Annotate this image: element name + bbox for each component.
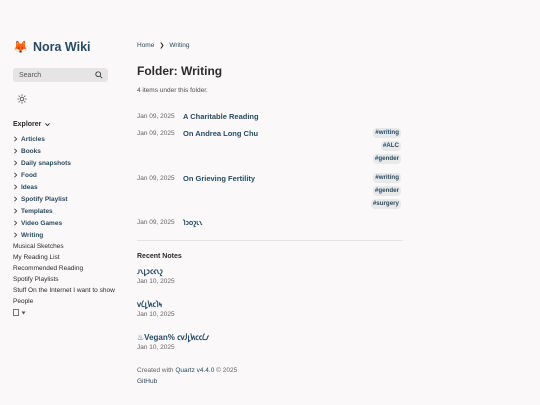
item-date: Jan 09, 2025 [137, 130, 175, 137]
chevron-right-icon [14, 220, 18, 226]
footer: Created with Quartz v4.4.0 © 2025 GitHub [137, 365, 407, 387]
recent-note-title[interactable]: ♨Vegan% 𐑤𐑫𐑓𐑛𐑿𐑤𐑤𐑖𐑥 [137, 332, 407, 344]
folder-video-games[interactable]: Video Games [13, 217, 113, 229]
item-date: Jan 09, 2025 [137, 113, 175, 120]
fox-logo-icon: 🦊 [13, 40, 28, 54]
file-spotify-playlists[interactable]: Spotify Playlists [13, 274, 113, 285]
tag[interactable]: #gender [372, 154, 401, 164]
sun-icon[interactable] [17, 94, 27, 104]
file-people[interactable]: People [13, 296, 113, 307]
recent-note-date: Jan 10, 2025 [137, 278, 175, 285]
tag-list: #writing #gender #surgery [370, 173, 401, 209]
breadcrumb-separator: ❯ [159, 42, 165, 49]
breadcrumb-current[interactable]: Writing [169, 42, 189, 49]
breadcrumb: Home ❯ Writing [137, 38, 407, 52]
item-date: Jan 09, 2025 [137, 219, 175, 226]
folder-templates[interactable]: Templates [13, 205, 113, 217]
search-bar[interactable]: Search [13, 68, 108, 82]
chevron-right-icon [14, 172, 18, 178]
folder-books[interactable]: Books [13, 145, 113, 157]
sidebar: 🦊 Nora Wiki Search Explorer Articles Boo… [13, 38, 115, 316]
chevron-right-icon [14, 232, 18, 238]
list-item: Jan 09, 2025 On Andrea Long Chu #writing… [137, 128, 407, 173]
folder-spotify-playlist[interactable]: Spotify Playlist [13, 193, 113, 205]
quartz-link[interactable]: Quartz v4.4.0 [175, 367, 214, 374]
tag[interactable]: #surgery [370, 199, 401, 209]
file-musical-sketches[interactable]: Musical Sketches [13, 241, 113, 252]
tag[interactable]: #ALC [380, 141, 401, 151]
file-stuff-on-the-internet[interactable]: Stuff On the Internet I want to show [13, 285, 115, 296]
recent-note-date: Jan 10, 2025 [137, 311, 175, 318]
folder-list: Jan 09, 2025 A Charitable Reading Jan 09… [137, 111, 407, 229]
folder-articles[interactable]: Articles [13, 133, 113, 145]
recent-notes-heading: Recent Notes [137, 253, 182, 260]
tag[interactable]: #writing [373, 173, 401, 183]
chevron-right-icon [14, 196, 18, 202]
folder-writing[interactable]: Writing [13, 229, 113, 241]
page-title: Folder: Writing [137, 64, 223, 78]
chevron-right-icon [14, 208, 18, 214]
divider [137, 240, 403, 241]
file-recommended-reading[interactable]: Recommended Reading [13, 263, 113, 274]
chevron-right-icon [14, 148, 18, 154]
item-count: 4 items under this folder. [137, 87, 208, 94]
tag[interactable]: #gender [372, 186, 401, 196]
main-content: Home ❯ Writing Folder: Writing 4 items u… [137, 38, 407, 387]
explorer-tree: Articles Books Daily snapshots Food Idea… [13, 133, 115, 316]
site-title[interactable]: Nora Wiki [33, 40, 91, 54]
folder-food[interactable]: Food [13, 169, 113, 181]
search-placeholder: Search [19, 71, 42, 79]
folder-daily-snapshots[interactable]: Daily snapshots [13, 157, 113, 169]
breadcrumb-home[interactable]: Home [137, 42, 154, 49]
file-my-reading-list[interactable]: My Reading List [13, 252, 113, 263]
language-selector[interactable] [13, 309, 113, 316]
list-item: Jan 09, 2025 𐑐𐑮𐑴𐑟𐑧𐑯 [137, 217, 407, 229]
list-item: Jan 09, 2025 On Grieving Fertility #writ… [137, 173, 407, 217]
footer-credit: Created with Quartz v4.4.0 © 2025 [137, 367, 238, 374]
recent-note-title[interactable]: 𐑨𐑯𐑛𐑮𐑤𐑬𐑯𐑟 [137, 266, 407, 278]
explorer-heading: Explorer [13, 121, 42, 128]
github-link[interactable]: GitHub [137, 378, 157, 385]
chevron-right-icon [14, 184, 18, 190]
tag-list: #writing #ALC #gender [372, 128, 401, 164]
recent-note-title[interactable]: 𐑫𐑖𐑛𐑿𐑤𐑐𐑰 [137, 299, 407, 311]
caret-down-icon [21, 311, 26, 314]
chevron-right-icon [14, 136, 18, 142]
folder-ideas[interactable]: Ideas [13, 181, 113, 193]
recent-note-date: Jan 10, 2025 [137, 344, 175, 351]
chevron-right-icon [14, 160, 18, 166]
search-icon [95, 71, 103, 79]
item-title[interactable]: On Andrea Long Chu [183, 128, 258, 138]
chevron-down-icon [45, 123, 51, 127]
item-title[interactable]: A Charitable Reading [183, 111, 259, 121]
list-item: Jan 09, 2025 A Charitable Reading [137, 111, 407, 128]
item-title[interactable]: On Grieving Fertility [183, 173, 255, 183]
page-icon [13, 309, 19, 316]
explorer-toggle[interactable]: Explorer [13, 121, 113, 128]
recent-note: 𐑨𐑯𐑛𐑮𐑤𐑬𐑯𐑟 Jan 10, 2025 𐑫𐑖𐑛𐑿𐑤𐑐𐑰 Jan 10, 20… [137, 266, 407, 353]
tag[interactable]: #writing [373, 128, 401, 138]
site-brand[interactable]: 🦊 Nora Wiki [13, 38, 113, 56]
item-title[interactable]: 𐑐𐑮𐑴𐑟𐑧𐑯 [183, 217, 202, 228]
item-date: Jan 09, 2025 [137, 175, 175, 182]
